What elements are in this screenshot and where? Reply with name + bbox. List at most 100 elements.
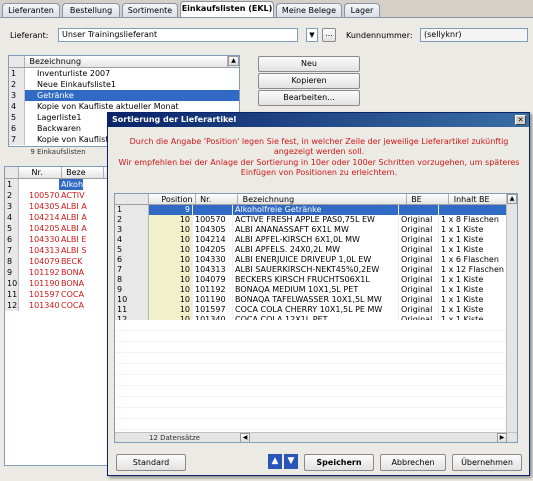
table-row[interactable]: 9 101192BONA <box>5 267 113 278</box>
items-table: Nr. Beze 1 Alkoh 2 100570ACTIV 3 104305ALBI A… <box>4 166 114 466</box>
supplier-select[interactable]: Unser Trainingslieferant <box>58 28 298 42</box>
new-button[interactable]: Neu <box>258 56 360 72</box>
position-cell[interactable]: 10 <box>149 215 193 225</box>
row-number: 3 <box>115 225 149 235</box>
supplier-label: Lieferant: <box>10 31 49 40</box>
tab-bestellung[interactable]: Bestellung <box>62 3 120 18</box>
table-row[interactable]: 7 104313ALBI S <box>5 245 113 256</box>
tab-meine-belege[interactable]: Meine Belege <box>276 3 342 18</box>
table-row[interactable]: 10 101190BONA <box>5 278 113 289</box>
nr-cell: 104079 <box>193 275 233 285</box>
be-cell: Original <box>399 225 439 235</box>
grid-vertical-scrollbar[interactable]: ▲ <box>506 194 517 432</box>
column-position[interactable]: Position <box>152 194 196 204</box>
name-cell: BECKERS KIRSCH FRUCHTS06X1L <box>233 275 399 285</box>
item-name: ALBI A <box>61 224 87 233</box>
item-name: BECK <box>61 257 83 266</box>
tab-lager[interactable]: Lager <box>344 3 380 18</box>
table-row[interactable]: 5 10 104205 ALBI APFELS. 24X0,2L MW Original… <box>115 245 517 255</box>
list-item[interactable]: 2 Neue Einkaufsliste1 <box>9 79 239 90</box>
item-name: ALBI E <box>61 235 87 244</box>
grid-footer: 12 Datensätze ◀ ▶ <box>115 432 517 442</box>
table-row[interactable]: 8 10 104079 BECKERS KIRSCH FRUCHTS06X1L Orig… <box>115 275 517 285</box>
table-row[interactable]: 3 10 104305 ALBI ANANASSAFT 6X1L MW Original… <box>115 225 517 235</box>
table-row[interactable]: 2 100570ACTIV <box>5 190 113 201</box>
position-cell[interactable]: 10 <box>149 295 193 305</box>
table-row[interactable]: 7 10 104313 ALBI SAUERKIRSCH-NEKT45%0,2EW Or… <box>115 265 517 275</box>
table-row[interactable]: 11 10 101597 COCA COLA CHERRY 10X1,5L PE MW… <box>115 305 517 315</box>
edit-button[interactable]: Bearbeiten... <box>258 90 360 106</box>
column-bezeichnung-short[interactable]: Beze <box>64 167 105 178</box>
item-nr: 101190 <box>29 279 60 288</box>
items-rows: 1 Alkoh 2 100570ACTIV 3 104305ALBI A 4 104214AL… <box>5 179 113 311</box>
table-row[interactable]: 9 10 101192 BONAQA MEDIUM 10X1,5L PET Origin… <box>115 285 517 295</box>
scroll-left-icon[interactable]: ◀ <box>240 433 250 442</box>
position-cell[interactable]: 10 <box>149 275 193 285</box>
supplier-more-button[interactable]: ... <box>322 28 336 42</box>
table-row[interactable]: 4 104214ALBI A <box>5 212 113 223</box>
position-cell[interactable]: 9 <box>149 205 193 215</box>
position-cell[interactable]: 10 <box>149 285 193 295</box>
table-row[interactable]: 2 10 100570 ACTIVE FRESH APPLE PAS0,75L EW O… <box>115 215 517 225</box>
inhalt-cell: 1 x 1 Kiste <box>439 245 507 255</box>
table-row[interactable]: 6 104330ALBI E <box>5 234 113 245</box>
sort-dialog: Sortierung der Lieferartikel ✕ Durch die… <box>107 112 530 476</box>
list-item[interactable]: 1 Inventurliste 2007 <box>9 68 239 79</box>
tab-sortimente[interactable]: Sortimente <box>122 3 178 18</box>
name-cell: BONAQA MEDIUM 10X1,5L PET <box>233 285 399 295</box>
be-cell <box>399 205 439 215</box>
copy-button[interactable]: Kopieren <box>258 73 360 89</box>
table-row[interactable]: 6 10 104330 ALBI ENERJUICE DRIVEUP 1,0L EW O… <box>115 255 517 265</box>
table-row[interactable]: 4 10 104214 ALBI APFEL-KIRSCH 6X1,0L MW Orig… <box>115 235 517 245</box>
nr-cell: 101190 <box>193 295 233 305</box>
name-cell: ALBI SAUERKIRSCH-NEKT45%0,2EW <box>233 265 399 275</box>
move-up-icon[interactable]: ▲ <box>268 454 282 469</box>
be-cell: Original <box>399 275 439 285</box>
table-row[interactable]: 3 104305ALBI A <box>5 201 113 212</box>
name-cell: ALBI APFELS. 24X0,2L MW <box>233 245 399 255</box>
item-nr: 101597 <box>29 290 60 299</box>
standard-button[interactable]: Standard <box>116 454 186 471</box>
table-row[interactable]: 8 104079BECK <box>5 256 113 267</box>
purchase-lists-header: Bezeichnung <box>9 56 239 68</box>
position-cell[interactable]: 10 <box>149 225 193 235</box>
table-row[interactable]: 1 9 Alkoholfreie Getränke <box>115 205 517 215</box>
position-cell[interactable]: 10 <box>149 265 193 275</box>
scroll-right-icon[interactable]: ▶ <box>497 433 507 442</box>
save-button[interactable]: Speichern <box>304 454 374 471</box>
tab-lieferanten[interactable]: Lieferanten <box>2 3 60 18</box>
table-row[interactable]: 5 104205ALBI A <box>5 223 113 234</box>
tab-einkaufslisten[interactable]: Einkaufslisten (EKL) <box>180 1 274 18</box>
list-item[interactable]: 4 Kopie von Kaufliste aktueller Monat <box>9 101 239 112</box>
chevron-down-icon[interactable]: ▼ <box>306 28 318 42</box>
column-nr[interactable]: Nr. <box>22 167 62 178</box>
column-bezeichnung[interactable]: Bezeichnung <box>28 56 228 67</box>
table-row[interactable]: 10 10 101190 BONAQA TAFELWASSER 10X1,5L MW O… <box>115 295 517 305</box>
position-cell[interactable]: 10 <box>149 305 193 315</box>
close-icon[interactable]: ✕ <box>515 115 526 125</box>
position-cell[interactable]: 10 <box>149 235 193 245</box>
position-cell[interactable]: 10 <box>149 255 193 265</box>
scroll-up-icon[interactable]: ▲ <box>228 56 239 66</box>
item-name: ALBI A <box>61 213 87 222</box>
item-name: ALBI A <box>61 202 87 211</box>
position-cell[interactable]: 10 <box>149 245 193 255</box>
move-down-icon[interactable]: ▼ <box>284 454 298 469</box>
item-nr: 101192 <box>29 268 60 277</box>
info-line-2: Wir empfehlen bei der Anlage der Sortier… <box>118 158 520 177</box>
apply-button[interactable]: Übernehmen <box>452 454 522 471</box>
list-item-selected[interactable]: 3 Getränke <box>9 90 239 101</box>
table-row[interactable]: 1 Alkoh <box>5 179 113 190</box>
name-cell: COCA COLA CHERRY 10X1,5L PE MW <box>233 305 399 315</box>
customer-number-field: (sellyknr) <box>420 28 528 42</box>
item-nr: 104330 <box>29 235 60 244</box>
column-nr[interactable]: Nr. <box>198 194 239 204</box>
column-be[interactable]: BE <box>409 194 450 204</box>
cancel-button[interactable]: Abbrechen <box>380 454 446 471</box>
sort-grid-header: Position Nr. Bezeichnung BE Inhalt BE <box>115 194 517 205</box>
be-cell: Original <box>399 265 439 275</box>
table-row[interactable]: 12 101340COCA <box>5 300 113 311</box>
scroll-up-icon[interactable]: ▲ <box>507 194 517 204</box>
table-row[interactable]: 11 101597COCA <box>5 289 113 300</box>
column-bezeichnung[interactable]: Bezeichnung <box>241 194 407 204</box>
